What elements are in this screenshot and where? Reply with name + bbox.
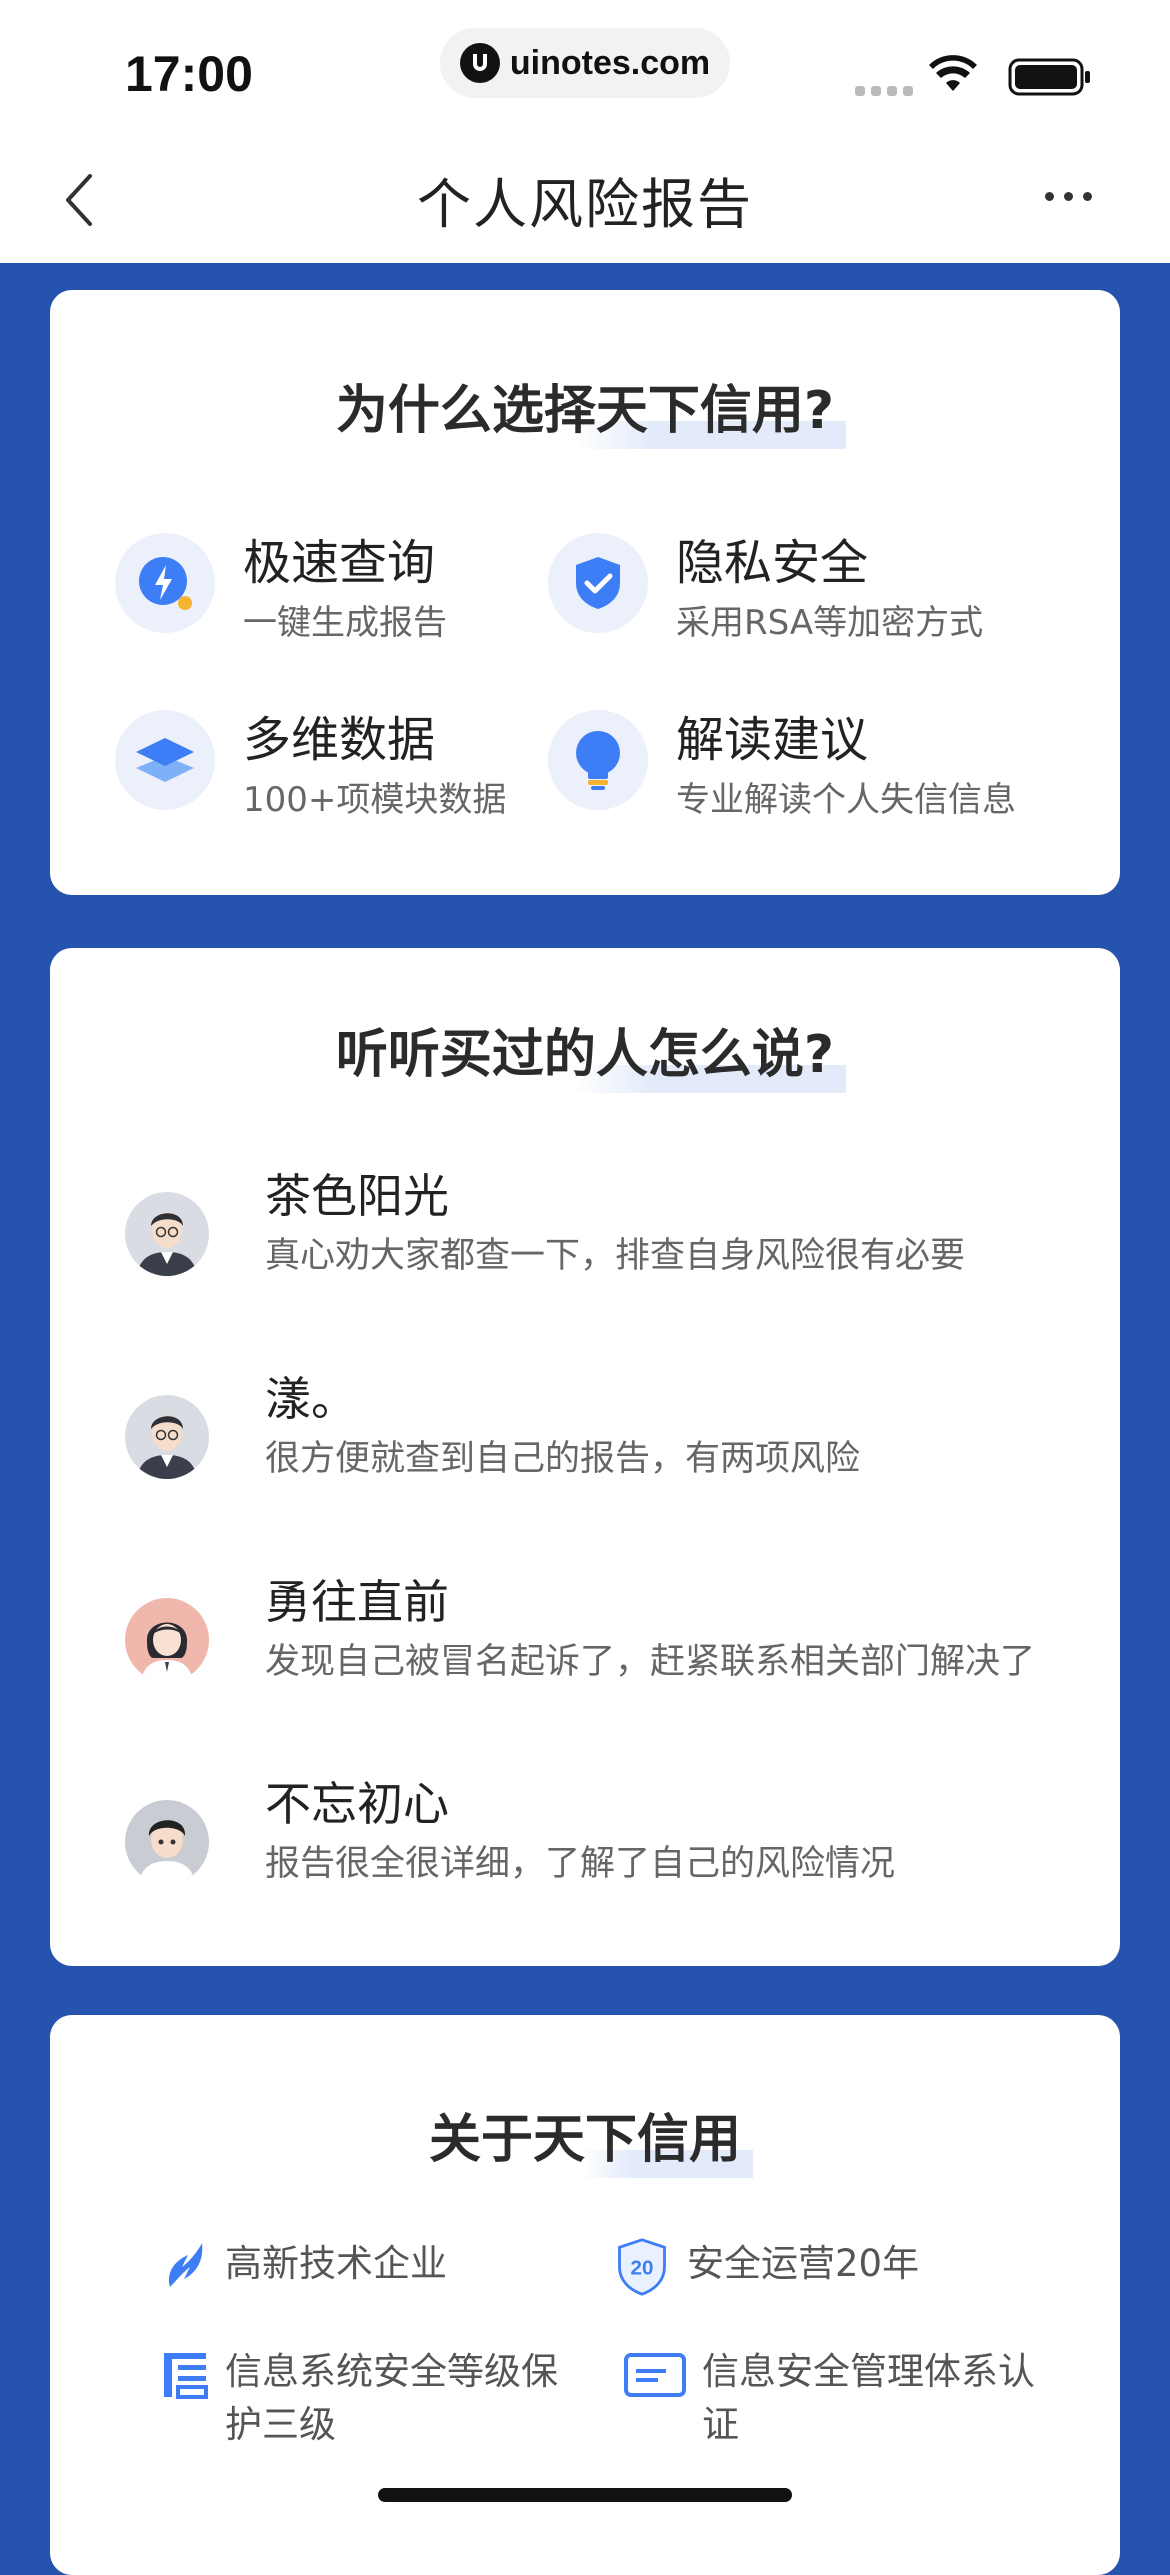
url-text: uinotes.com: [509, 43, 711, 82]
page-title: 个人风险报告: [417, 173, 753, 236]
reviews-card: 听听买过的人怎么说? 茶色阳光 真心劝大家都查一下，排查自身风险很有必要 漾。 …: [50, 948, 1120, 1966]
feature-title: 多维数据: [243, 712, 436, 768]
why-choose-title: 为什么选择天下信用?: [336, 368, 847, 449]
certificate-icon: [624, 2353, 686, 2397]
about-text: 安全运营20年: [687, 2242, 920, 2285]
lightning-icon: [115, 533, 215, 633]
reviewer-name: 勇往直前: [265, 1575, 449, 1629]
review-text: 真心劝大家都查一下，排查自身风险很有必要: [265, 1236, 966, 1276]
status-time: 17:00: [125, 46, 253, 102]
feature-title: 隐私安全: [676, 535, 869, 591]
feature-subtitle: 采用RSA等加密方式: [676, 603, 984, 643]
avatar: [125, 1395, 209, 1479]
feature-title: 极速查询: [243, 535, 436, 591]
review-text: 发现自己被冒名起诉了，赶紧联系相关部门解决了: [265, 1642, 1036, 1682]
feature-subtitle: 专业解读个人失信信息: [676, 780, 1016, 820]
about-title: 关于天下信用: [429, 2097, 753, 2178]
feature-subtitle: 一键生成报告: [243, 603, 447, 643]
tech-enterprise-icon: [168, 2243, 203, 2287]
battery-icon: [1008, 58, 1090, 96]
lightbulb-icon: [548, 710, 648, 810]
feature-subtitle: 100+项模块数据: [243, 780, 507, 820]
more-icon[interactable]: [1045, 192, 1092, 201]
avatar: [125, 1800, 209, 1884]
nav-bar: 个人风险报告: [0, 130, 1170, 263]
review-text: 报告很全很详细，了解了自己的风险情况: [265, 1844, 896, 1884]
site-logo-icon: [459, 43, 500, 83]
shield-check-icon: [548, 533, 648, 633]
review-text: 很方便就查到自己的报告，有两项风险: [265, 1439, 861, 1479]
security-level-icon: [164, 2353, 208, 2399]
reviewer-name: 漾。: [265, 1372, 357, 1426]
url-pill[interactable]: uinotes.com: [440, 28, 730, 98]
avatar: [125, 1192, 209, 1276]
home-indicator: [378, 2488, 792, 2502]
badge-20-icon: 20: [618, 2238, 666, 2296]
feature-title: 解读建议: [676, 712, 869, 768]
why-choose-card: 为什么选择天下信用? 极速查询 一键生成报告 隐私安全 采用RSA等加密方式 多…: [50, 290, 1120, 895]
status-bar: 17:00 uinotes.com: [0, 0, 1170, 130]
avatar: [125, 1598, 209, 1682]
layers-icon: [115, 710, 215, 810]
badge-number: 20: [631, 2257, 654, 2280]
about-text: 信息安全管理体系认证: [702, 2350, 1035, 2446]
about-text: 信息系统安全等级保护三级: [225, 2350, 558, 2446]
reviewer-name: 茶色阳光: [265, 1169, 449, 1223]
cellular-signal-icon: [855, 86, 913, 96]
reviewer-name: 不忘初心: [265, 1777, 449, 1831]
reviews-title: 听听买过的人怎么说?: [336, 1012, 847, 1093]
wifi-icon: [929, 55, 977, 91]
about-text: 高新技术企业: [225, 2242, 447, 2285]
